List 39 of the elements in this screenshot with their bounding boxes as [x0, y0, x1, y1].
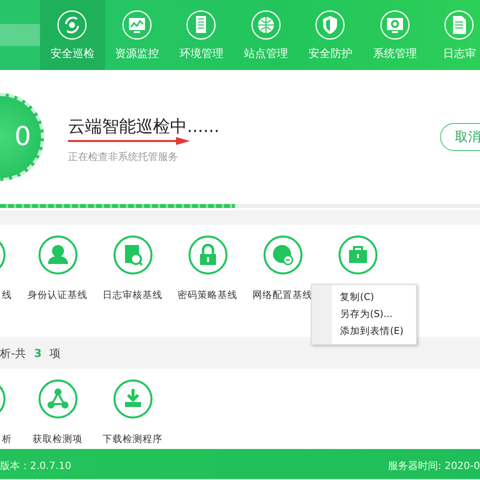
menu-item[interactable]: 复制(C) — [312, 289, 416, 306]
tools-unit: 项 — [50, 346, 61, 360]
baseline-label: 日志审核基线 — [102, 289, 162, 302]
server-time-text: 服务器时间: 2020-0 — [388, 460, 480, 473]
settings-icon — [380, 10, 410, 40]
document-search-icon[interactable] — [112, 235, 152, 275]
menu-item[interactable]: 另存为(S)... — [312, 306, 416, 323]
download-icon[interactable] — [112, 379, 152, 419]
tool-label: 下载检测程序 — [102, 433, 162, 446]
tool-label: 析 — [2, 433, 12, 446]
nav-tab[interactable]: 系统管理 — [362, 0, 427, 70]
logo — [0, 24, 40, 46]
nav-tab[interactable]: 安全防护 — [298, 0, 362, 70]
menu-item[interactable]: 添加到表情(E) — [312, 323, 416, 340]
monitor-icon — [122, 10, 152, 40]
tool-label: 获取检测项 — [32, 433, 82, 446]
baseline-label: 密码策略基线 — [178, 289, 238, 302]
tools-count: 3 — [34, 346, 42, 360]
cancel-button[interactable]: 取消 — [440, 123, 480, 151]
baseline-label: 线 — [2, 289, 12, 302]
tools-heading: 析-共 — [0, 346, 26, 360]
shield-icon — [315, 10, 346, 40]
share-icon[interactable] — [38, 379, 78, 419]
nav-tab[interactable]: 安全巡检 — [40, 0, 104, 70]
score-circle: 0 — [0, 93, 44, 181]
person-icon[interactable] — [38, 235, 78, 275]
baseline-label: 网络配置基线 — [252, 289, 312, 302]
refresh-icon — [57, 10, 88, 40]
nav-tab[interactable]: 资源监控 — [104, 0, 169, 70]
scan-title: 云端智能巡检中...... — [68, 116, 220, 138]
nav-tab[interactable]: 环境管理 — [169, 0, 234, 70]
lock-icon[interactable] — [188, 235, 228, 275]
baseline-label: 身份认证基线 — [28, 289, 88, 302]
document-icon — [444, 10, 474, 40]
scan-subtitle: 正在检查非系统托管服务 — [68, 150, 179, 164]
nav-tab[interactable]: 日志审 — [427, 0, 480, 70]
version-text: 版本：2.0.7.10 — [0, 460, 72, 473]
nav-tab[interactable]: 站点管理 — [234, 0, 298, 70]
briefcase-icon[interactable] — [338, 235, 378, 275]
